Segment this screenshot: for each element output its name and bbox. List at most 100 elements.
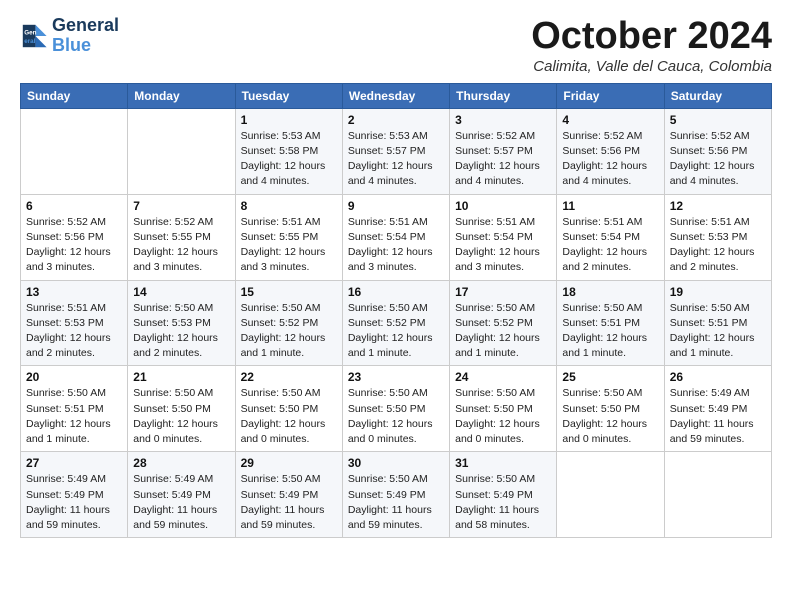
weekday-header: Wednesday — [342, 83, 449, 108]
day-info: Sunrise: 5:50 AM Sunset: 5:51 PM Dayligh… — [562, 301, 658, 362]
day-number: 14 — [133, 285, 229, 299]
day-info: Sunrise: 5:51 AM Sunset: 5:53 PM Dayligh… — [670, 215, 766, 276]
day-info: Sunrise: 5:50 AM Sunset: 5:49 PM Dayligh… — [455, 472, 551, 533]
calendar-cell: 10Sunrise: 5:51 AM Sunset: 5:54 PM Dayli… — [450, 194, 557, 280]
logo: Gen eral General Blue — [20, 16, 119, 56]
day-info: Sunrise: 5:49 AM Sunset: 5:49 PM Dayligh… — [26, 472, 122, 533]
title-block: October 2024 Calimita, Valle del Cauca, … — [531, 16, 772, 75]
calendar-cell: 11Sunrise: 5:51 AM Sunset: 5:54 PM Dayli… — [557, 194, 664, 280]
calendar-body: 1 Sunrise: 5:53 AM Sunset: 5:58 PM Daylig… — [21, 108, 772, 537]
day-info: Sunrise: 5:49 AM Sunset: 5:49 PM Dayligh… — [670, 386, 766, 447]
day-info: Sunrise: 5:50 AM Sunset: 5:53 PM Dayligh… — [133, 301, 229, 362]
day-info: Sunrise: 5:50 AM Sunset: 5:49 PM Dayligh… — [241, 472, 337, 533]
svg-text:eral: eral — [24, 38, 35, 45]
calendar-cell: 15 Sunrise: 5:50 AM Sunset: 5:52 PM Dayli… — [235, 280, 342, 366]
calendar-week-row: 6Sunrise: 5:52 AM Sunset: 5:56 PM Daylig… — [21, 194, 772, 280]
day-info: Sunrise: 5:51 AM Sunset: 5:54 PM Dayligh… — [348, 215, 444, 276]
day-number: 25 — [562, 370, 658, 384]
day-number: 22 — [241, 370, 337, 384]
calendar-cell: 28 Sunrise: 5:49 AM Sunset: 5:49 PM Dayli… — [128, 452, 235, 538]
calendar-cell: 24 Sunrise: 5:50 AM Sunset: 5:50 PM Dayli… — [450, 366, 557, 452]
calendar-cell: 14 Sunrise: 5:50 AM Sunset: 5:53 PM Dayli… — [128, 280, 235, 366]
calendar-cell: 26 Sunrise: 5:49 AM Sunset: 5:49 PM Dayli… — [664, 366, 771, 452]
day-number: 31 — [455, 456, 551, 470]
day-number: 17 — [455, 285, 551, 299]
calendar-cell: 9 Sunrise: 5:51 AM Sunset: 5:54 PM Daylig… — [342, 194, 449, 280]
calendar-cell: 21 Sunrise: 5:50 AM Sunset: 5:50 PM Dayli… — [128, 366, 235, 452]
day-number: 26 — [670, 370, 766, 384]
calendar-cell: 23Sunrise: 5:50 AM Sunset: 5:50 PM Dayli… — [342, 366, 449, 452]
day-info: Sunrise: 5:50 AM Sunset: 5:51 PM Dayligh… — [670, 301, 766, 362]
calendar-cell: 6Sunrise: 5:52 AM Sunset: 5:56 PM Daylig… — [21, 194, 128, 280]
svg-text:Gen: Gen — [24, 29, 36, 36]
calendar-week-row: 27 Sunrise: 5:49 AM Sunset: 5:49 PM Dayli… — [21, 452, 772, 538]
day-info: Sunrise: 5:50 AM Sunset: 5:49 PM Dayligh… — [348, 472, 444, 533]
calendar-cell: 25 Sunrise: 5:50 AM Sunset: 5:50 PM Dayli… — [557, 366, 664, 452]
month-title: October 2024 — [531, 16, 772, 58]
calendar-cell: 22 Sunrise: 5:50 AM Sunset: 5:50 PM Dayli… — [235, 366, 342, 452]
day-info: Sunrise: 5:50 AM Sunset: 5:50 PM Dayligh… — [455, 386, 551, 447]
day-number: 11 — [562, 199, 658, 213]
day-number: 3 — [455, 113, 551, 127]
day-info: Sunrise: 5:52 AM Sunset: 5:56 PM Dayligh… — [670, 129, 766, 190]
day-info: Sunrise: 5:52 AM Sunset: 5:56 PM Dayligh… — [562, 129, 658, 190]
day-number: 12 — [670, 199, 766, 213]
day-number: 4 — [562, 113, 658, 127]
day-info: Sunrise: 5:52 AM Sunset: 5:57 PM Dayligh… — [455, 129, 551, 190]
weekday-header: Saturday — [664, 83, 771, 108]
day-info: Sunrise: 5:50 AM Sunset: 5:51 PM Dayligh… — [26, 386, 122, 447]
calendar-cell: 3 Sunrise: 5:52 AM Sunset: 5:57 PM Daylig… — [450, 108, 557, 194]
calendar-cell — [21, 108, 128, 194]
day-number: 15 — [241, 285, 337, 299]
calendar-cell: 30 Sunrise: 5:50 AM Sunset: 5:49 PM Dayli… — [342, 452, 449, 538]
calendar-cell — [664, 452, 771, 538]
page: Gen eral General Blue October 2024 Calim… — [0, 0, 792, 554]
day-info: Sunrise: 5:53 AM Sunset: 5:58 PM Dayligh… — [241, 129, 337, 190]
day-info: Sunrise: 5:52 AM Sunset: 5:55 PM Dayligh… — [133, 215, 229, 276]
calendar-cell: 29Sunrise: 5:50 AM Sunset: 5:49 PM Dayli… — [235, 452, 342, 538]
day-number: 6 — [26, 199, 122, 213]
calendar-cell: 4 Sunrise: 5:52 AM Sunset: 5:56 PM Daylig… — [557, 108, 664, 194]
calendar-cell: 12 Sunrise: 5:51 AM Sunset: 5:53 PM Dayli… — [664, 194, 771, 280]
weekday-header: Tuesday — [235, 83, 342, 108]
day-info: Sunrise: 5:51 AM Sunset: 5:54 PM Dayligh… — [455, 215, 551, 276]
day-number: 16 — [348, 285, 444, 299]
logo-icon: Gen eral — [20, 22, 48, 50]
day-number: 21 — [133, 370, 229, 384]
calendar-cell: 16Sunrise: 5:50 AM Sunset: 5:52 PM Dayli… — [342, 280, 449, 366]
day-number: 24 — [455, 370, 551, 384]
day-info: Sunrise: 5:50 AM Sunset: 5:50 PM Dayligh… — [241, 386, 337, 447]
calendar-week-row: 13Sunrise: 5:51 AM Sunset: 5:53 PM Dayli… — [21, 280, 772, 366]
day-number: 5 — [670, 113, 766, 127]
day-number: 20 — [26, 370, 122, 384]
day-number: 9 — [348, 199, 444, 213]
calendar-cell: 1 Sunrise: 5:53 AM Sunset: 5:58 PM Daylig… — [235, 108, 342, 194]
day-info: Sunrise: 5:49 AM Sunset: 5:49 PM Dayligh… — [133, 472, 229, 533]
logo-text: General Blue — [52, 16, 119, 56]
weekday-header: Sunday — [21, 83, 128, 108]
calendar-cell — [557, 452, 664, 538]
calendar-cell: 2Sunrise: 5:53 AM Sunset: 5:57 PM Daylig… — [342, 108, 449, 194]
day-info: Sunrise: 5:50 AM Sunset: 5:50 PM Dayligh… — [562, 386, 658, 447]
day-number: 19 — [670, 285, 766, 299]
location-subtitle: Calimita, Valle del Cauca, Colombia — [531, 58, 772, 75]
day-info: Sunrise: 5:50 AM Sunset: 5:52 PM Dayligh… — [455, 301, 551, 362]
day-number: 18 — [562, 285, 658, 299]
calendar-week-row: 1 Sunrise: 5:53 AM Sunset: 5:58 PM Daylig… — [21, 108, 772, 194]
day-number: 27 — [26, 456, 122, 470]
calendar-cell: 18 Sunrise: 5:50 AM Sunset: 5:51 PM Dayli… — [557, 280, 664, 366]
weekday-header: Monday — [128, 83, 235, 108]
calendar-cell: 31 Sunrise: 5:50 AM Sunset: 5:49 PM Dayli… — [450, 452, 557, 538]
day-number: 23 — [348, 370, 444, 384]
calendar-cell: 13Sunrise: 5:51 AM Sunset: 5:53 PM Dayli… — [21, 280, 128, 366]
day-number: 8 — [241, 199, 337, 213]
calendar-cell: 7Sunrise: 5:52 AM Sunset: 5:55 PM Daylig… — [128, 194, 235, 280]
calendar-header: SundayMondayTuesdayWednesdayThursdayFrid… — [21, 83, 772, 108]
weekday-header: Thursday — [450, 83, 557, 108]
day-number: 30 — [348, 456, 444, 470]
day-number: 1 — [241, 113, 337, 127]
day-info: Sunrise: 5:50 AM Sunset: 5:52 PM Dayligh… — [241, 301, 337, 362]
day-number: 28 — [133, 456, 229, 470]
calendar-cell — [128, 108, 235, 194]
day-info: Sunrise: 5:50 AM Sunset: 5:50 PM Dayligh… — [133, 386, 229, 447]
